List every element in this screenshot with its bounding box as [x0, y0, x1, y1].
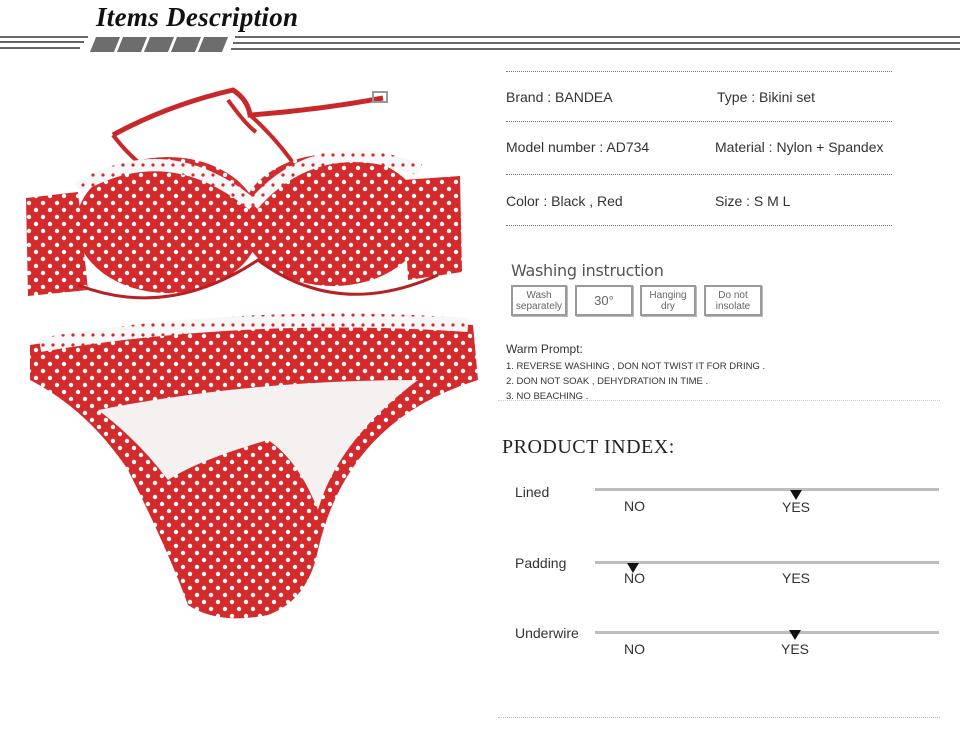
spec-divider: [506, 225, 892, 226]
warm-prompt-line: 1. REVERSE WASHING , DON NOT TWIST IT FO…: [506, 361, 766, 372]
index-option-no: NO: [624, 641, 645, 657]
index-option-no: NO: [624, 570, 645, 586]
section-header: Items Description: [0, 0, 960, 60]
do-not-insolate-label: Do not insolate: [704, 285, 762, 316]
header-rule-right-bottom: [231, 48, 960, 50]
warm-prompt-divider: [498, 400, 940, 401]
wash-box-line: Do not: [718, 289, 748, 301]
spec-material: Material : Nylon + Spandex: [715, 139, 884, 155]
header-rule-right-top: [235, 36, 960, 38]
wash-box-line: 30°: [594, 293, 614, 308]
spec-model-number: Model number : AD734: [506, 139, 650, 155]
header-rule-left-bottom: [0, 47, 80, 49]
index-option-yes: YES: [781, 641, 810, 657]
header-block: [197, 37, 229, 52]
header-rule-left-mid: [0, 41, 84, 43]
page-title: Items Description: [96, 2, 299, 32]
wash-separately-label: Wash separately: [511, 285, 567, 316]
spec-brand: Brand : BANDEA: [506, 89, 613, 105]
header-rule-right-mid: [233, 42, 960, 44]
spec-divider: [835, 174, 892, 175]
product-photo: [26, 87, 478, 619]
wash-temperature-label: 30°: [575, 285, 633, 316]
header-block: [89, 37, 121, 52]
index-bar-underwire: [595, 631, 939, 634]
spec-divider: [506, 121, 892, 122]
warm-prompt-line: 2. DON NOT SOAK , DEHYDRATION IN TIME .: [506, 376, 709, 387]
header-block: [143, 37, 175, 52]
spec-size: Size : S M L: [715, 193, 791, 209]
spec-color: Color : Black , Red: [506, 193, 623, 209]
header-block: [170, 37, 202, 52]
spec-type: Type : Bikini set: [717, 89, 816, 105]
halter-strap: [111, 87, 384, 138]
index-option-yes: YES: [782, 499, 811, 515]
warm-prompt-title: Warm Prompt:: [506, 342, 583, 356]
spec-divider: [506, 174, 830, 175]
wash-box-line: Hanging: [649, 289, 687, 301]
spec-divider: [506, 71, 892, 72]
index-marker-underwire: [789, 630, 801, 640]
index-label-underwire: Underwire: [515, 625, 579, 641]
bottom-divider: [498, 717, 940, 718]
index-label-padding: Padding: [515, 555, 567, 571]
index-option-yes: YES: [782, 570, 811, 586]
washing-instruction-title: Washing instruction: [511, 261, 664, 280]
wash-box-line: separately: [515, 300, 563, 312]
header-block: [116, 37, 148, 52]
product-index-title: PRODUCT INDEX:: [502, 436, 675, 458]
hanging-dry-label: Hanging dry: [640, 285, 696, 316]
index-label-lined: Lined: [515, 484, 550, 500]
index-bar-padding: [595, 561, 939, 564]
wash-box-line: Wash: [526, 289, 552, 301]
bikini-bottom: [30, 320, 478, 619]
wash-box-line: dry: [661, 300, 675, 312]
header-rule-left-top: [0, 36, 88, 38]
wash-box-line: insolate: [715, 300, 751, 312]
index-bar-lined: [595, 488, 939, 491]
index-option-no: NO: [624, 498, 645, 514]
